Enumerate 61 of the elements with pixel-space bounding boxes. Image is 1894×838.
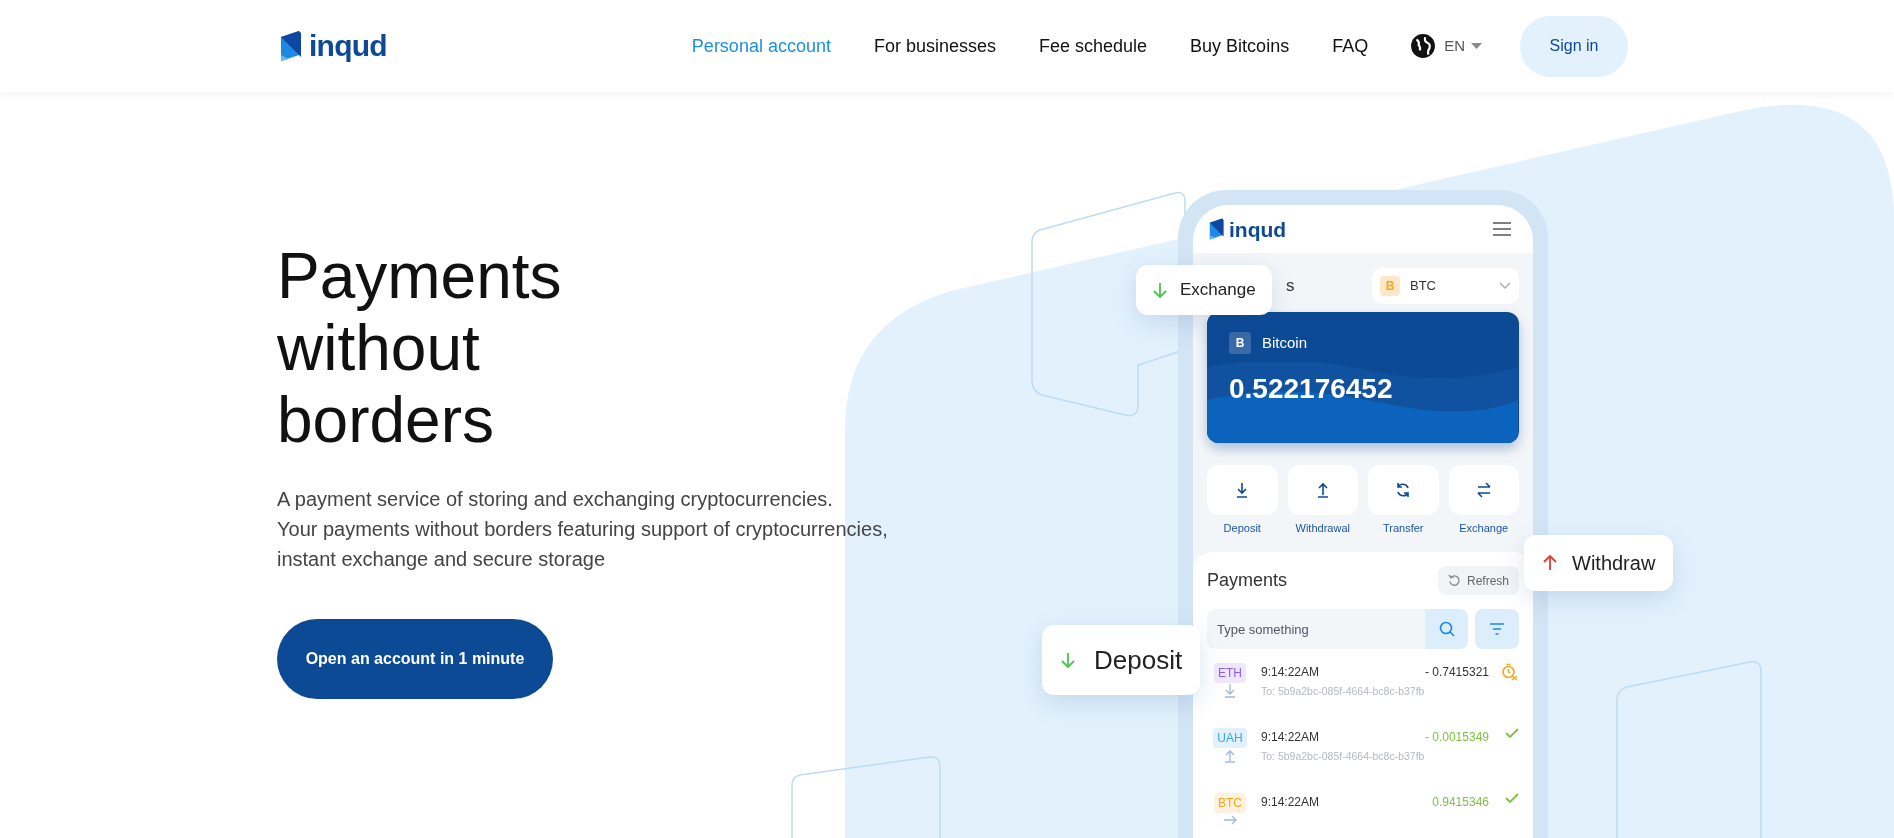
chevron-down-icon: [1499, 282, 1511, 290]
description-text: instant exchange and secure storage: [277, 547, 605, 572]
coin-icon: B: [1380, 276, 1400, 296]
search-button[interactable]: [1425, 609, 1468, 649]
payment-amount: - 0.0015349: [1424, 729, 1489, 746]
payments-title: Payments: [1207, 569, 1288, 592]
filter-button[interactable]: [1475, 609, 1519, 649]
headline-text: borders: [277, 384, 494, 456]
caret-icon: [1471, 43, 1482, 49]
action-label: Transfer: [1382, 523, 1424, 534]
logo-text: inqud: [309, 31, 387, 61]
payment-time: 9:14:22AM: [1261, 794, 1320, 811]
action-label: Withdrawal: [1295, 523, 1350, 534]
open-account-button[interactable]: Open an account in 1 minute: [277, 619, 553, 699]
balance-amount: 0.522176452: [1228, 374, 1394, 403]
currency-select[interactable]: B BTC: [1372, 268, 1519, 304]
section-title: s: [1286, 275, 1295, 298]
action-label: Exchange: [1459, 523, 1509, 534]
language-selector[interactable]: EN: [1444, 34, 1482, 58]
nav-link[interactable]: FAQ: [1332, 32, 1369, 60]
coin-icon: B: [1229, 332, 1251, 355]
nav-link[interactable]: Fee schedule: [1039, 32, 1148, 60]
headline-text: without: [277, 312, 480, 384]
coin-tag: ETH: [1214, 663, 1246, 683]
description-text: Your payments without borders featuring support of cryptocurrencies,: [277, 517, 888, 542]
nav-link[interactable]: Buy Bitcoins: [1190, 32, 1290, 60]
currency-code: BTC: [1410, 277, 1436, 296]
arrow-down-icon: [1152, 282, 1168, 298]
search-icon: [1438, 621, 1455, 637]
search-field[interactable]: Type something: [1207, 609, 1425, 649]
arrow-up-icon: [1542, 555, 1558, 571]
payment-amount: 0.9415346: [1432, 794, 1489, 811]
action-button[interactable]: [1368, 465, 1439, 515]
payment-time: 9:14:22AM: [1261, 664, 1320, 681]
coin-tag: BTC: [1214, 793, 1246, 813]
refresh-button[interactable]: Refresh: [1437, 566, 1519, 595]
globe-icon[interactable]: [1410, 33, 1437, 59]
coin-tag: UAH: [1213, 728, 1247, 748]
logo-text: inqud: [1229, 218, 1287, 240]
filter-icon: [1489, 623, 1505, 635]
notification-popup: Exchange: [1136, 265, 1272, 315]
payment-amount: - 0.7415321: [1424, 664, 1489, 681]
download-icon: [1223, 683, 1237, 698]
description-text: A payment service of storing and exchanging cryptocurrencies.: [277, 487, 833, 512]
arrow-down-icon: [1060, 652, 1076, 668]
upload-icon: [1223, 748, 1237, 763]
headline-text: Payments: [277, 240, 562, 312]
menu-icon[interactable]: [1493, 222, 1511, 236]
swap-arrows-icon: [1474, 481, 1493, 499]
coin-name: Bitcoin: [1262, 333, 1308, 353]
notification-popup: Deposit: [1042, 625, 1201, 695]
recipient-text: To: 5b9a2bc-085f-4664-bc8c-b37fb: [1261, 684, 1426, 699]
action-label: Deposit: [1223, 523, 1261, 534]
nav-link[interactable]: For businesses: [873, 32, 996, 60]
refresh-icon: [1447, 574, 1461, 587]
payment-time: 9:14:22AM: [1261, 729, 1320, 746]
sign-in-button[interactable]: Sign in: [1520, 15, 1628, 77]
recipient-text: To: 5b9a2bc-085f-4664-bc8c-b37fb: [1261, 749, 1426, 764]
nav-link[interactable]: Personal account: [691, 32, 831, 60]
notification-popup: Withdraw: [1524, 535, 1674, 591]
cube-logo-icon: [1207, 217, 1225, 241]
